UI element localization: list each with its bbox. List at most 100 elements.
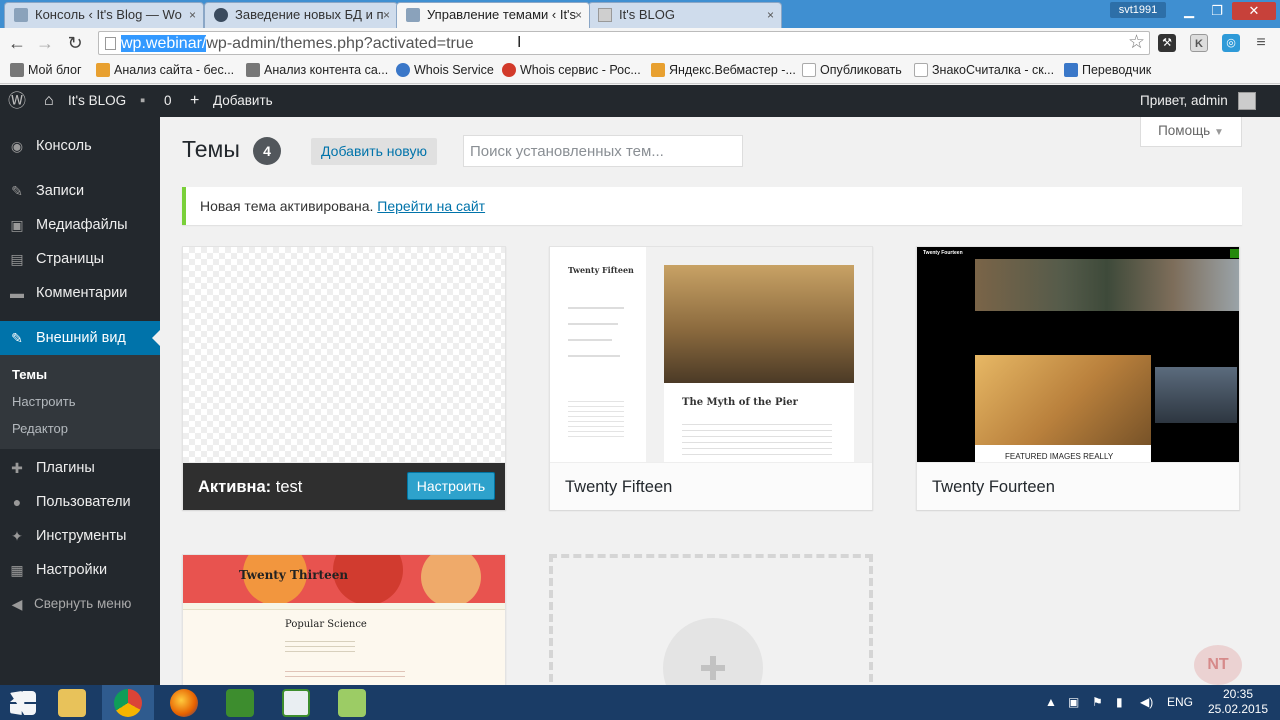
help-tab-button[interactable]: Помощь ▼ [1140, 117, 1242, 147]
taskbar-chrome[interactable] [102, 685, 154, 720]
bookmarks-bar: Мой блог Анализ сайта - бес... Анализ ко… [0, 58, 1280, 84]
tray-volume-icon[interactable]: ◀) [1140, 694, 1153, 710]
tab-close-icon[interactable]: × [383, 3, 390, 27]
bookmark-star-icon[interactable]: ☆ [1128, 32, 1145, 54]
browser-tab-db[interactable]: Заведение новых БД и п × [204, 2, 398, 28]
back-arrow-icon[interactable]: ← [6, 32, 28, 54]
preview-header: Twenty Thirteen [183, 555, 505, 607]
wordpress-logo-icon[interactable]: Ⓦ [8, 85, 26, 117]
sidebar-item-users[interactable]: ● Пользователи [0, 485, 160, 519]
bookmark-item[interactable]: Whois Service [396, 62, 494, 78]
bookmark-item[interactable]: ЗнакоСчиталка - ск... [914, 62, 1054, 78]
bookmark-label: Анализ сайта - бес... [114, 63, 235, 77]
minimize-icon[interactable]: ▁ [1176, 2, 1202, 20]
sidebar-item-label: Свернуть меню [34, 596, 132, 611]
sidebar-item-tools[interactable]: ✦ Инструменты [0, 519, 160, 553]
bookmark-item[interactable]: Анализ сайта - бес... [96, 62, 234, 78]
taskbar-notepad[interactable] [326, 685, 378, 720]
tray-signal-icon[interactable]: ▮ [1116, 694, 1123, 710]
submenu-item-themes[interactable]: Темы [12, 366, 47, 384]
taskbar-camtasia-recorder[interactable] [270, 685, 322, 720]
bookmark-label: Анализ контента са... [264, 63, 389, 77]
preview-pier-image [664, 265, 854, 383]
extension-capture-icon[interactable]: ◎ [1222, 34, 1240, 52]
visit-site-link[interactable]: Перейти на сайт [377, 198, 485, 214]
clock[interactable]: 20:35 25.02.2015 [1198, 687, 1278, 717]
extension-tools-icon[interactable]: ⚒ [1158, 34, 1176, 52]
start-button[interactable] [0, 685, 52, 720]
window-close-icon[interactable]: ✕ [1232, 2, 1276, 20]
customize-button[interactable]: Настроить [407, 472, 495, 500]
chrome-menu-icon[interactable]: ≡ [1252, 34, 1270, 52]
preview-post-title: Popular Science [285, 619, 367, 630]
reload-icon[interactable]: ↻ [64, 32, 86, 54]
sidebar-item-dashboard[interactable]: ◉ Консоль [0, 129, 160, 163]
extension-k-icon[interactable]: K [1190, 34, 1208, 52]
theme-card-active[interactable]: Активна: test Настроить [182, 246, 506, 510]
add-new-theme-button[interactable]: Добавить новую [311, 138, 437, 165]
preview-featured-grid [975, 259, 1239, 311]
submenu-item-customize[interactable]: Настроить [12, 393, 76, 411]
tray-device-icon[interactable]: ▣ [1068, 694, 1079, 710]
search-themes-input[interactable] [463, 135, 743, 167]
sidebar-item-settings[interactable]: ▦ Настройки [0, 553, 160, 587]
sidebar-item-label: Консоль [36, 138, 92, 154]
wrench-icon: ✦ [11, 528, 23, 544]
bookmark-item[interactable]: Яндекс.Вебмастер -... [651, 62, 796, 78]
sidebar-item-comments[interactable]: ▬ Комментарии [0, 276, 160, 310]
translate-icon [1064, 63, 1078, 77]
tab-close-icon[interactable]: × [575, 3, 582, 27]
admin-sidebar: ◉ Консоль ✎ Записи ▣ Медиафайлы ▤ Страницы ▬… [0, 117, 160, 685]
pages-icon: ▤ [10, 251, 24, 267]
bookmark-favicon-icon [96, 63, 110, 77]
sidebar-item-plugins[interactable]: ✚ Плагины [0, 451, 160, 485]
tab-close-icon[interactable]: × [767, 3, 774, 27]
browser-tab-blog[interactable]: It's BLOG × [588, 2, 782, 28]
browser-tab-console[interactable]: Консоль ‹ It's Blog — Wo × [4, 2, 204, 28]
theme-card-twenty-fourteen[interactable]: Twenty Fourteen FEATURED IMAGES REALLY T… [916, 246, 1240, 510]
sidebar-item-appearance[interactable]: ✎ Внешний вид [0, 321, 160, 355]
theme-card-twenty-thirteen[interactable]: Twenty Thirteen Popular Science [182, 554, 506, 694]
bookmark-item[interactable]: Анализ контента са... [246, 62, 388, 78]
forward-arrow-icon[interactable]: → [34, 32, 56, 54]
sidebar-item-posts[interactable]: ✎ Записи [0, 174, 160, 208]
tray-expand-icon[interactable]: ▲ [1045, 694, 1057, 710]
taskbar-explorer[interactable] [46, 685, 98, 720]
site-name-link[interactable]: It's BLOG [68, 85, 126, 117]
address-toolbar: ← → ↻ wp.webinar/wp-admin/themes.php?act… [0, 28, 1280, 58]
tab-title: Консоль ‹ It's Blog — Wo [35, 7, 182, 22]
comment-bubble-icon[interactable]: ▪ [140, 85, 145, 117]
keyboard-language[interactable]: ENG [1167, 694, 1193, 710]
theme-screenshot: Twenty Fourteen FEATURED IMAGES REALLY [917, 247, 1239, 462]
address-bar[interactable]: wp.webinar/wp-admin/themes.php?activated… [98, 31, 1150, 55]
chrome-user-badge[interactable]: svt1991 [1110, 2, 1166, 18]
collapse-menu-button[interactable]: ◀ Свернуть меню [0, 587, 160, 621]
add-new-theme-card[interactable] [549, 554, 873, 718]
bookmark-item[interactable]: Мой блог [10, 62, 82, 78]
taskbar-camtasia[interactable] [214, 685, 266, 720]
tray-flag-icon[interactable]: ⚑ [1092, 694, 1103, 710]
browser-tab-themes[interactable]: Управление темами ‹ It's × [396, 2, 590, 28]
sidebar-item-media[interactable]: ▣ Медиафайлы [0, 208, 160, 242]
maximize-icon[interactable]: ❐ [1204, 2, 1230, 20]
users-icon: ● [12, 494, 22, 510]
sidebar-item-label: Страницы [36, 251, 105, 267]
bookmark-item[interactable]: Whois сервис - Рос... [502, 62, 641, 78]
taskbar-firefox[interactable] [158, 685, 210, 720]
bookmark-item[interactable]: Переводчик [1064, 62, 1151, 78]
tab-favicon-icon [14, 8, 28, 22]
comments-count[interactable]: 0 [164, 85, 172, 117]
page-icon [802, 63, 816, 77]
submenu-item-editor[interactable]: Редактор [12, 420, 68, 438]
tab-close-icon[interactable]: × [189, 3, 196, 27]
avatar[interactable] [1238, 92, 1256, 110]
url-rest: wp-admin/themes.php?activated=true [206, 35, 474, 52]
bookmark-label: Мой блог [28, 63, 82, 77]
bookmark-favicon-icon [246, 63, 260, 77]
bookmark-favicon-icon [651, 63, 665, 77]
account-greeting[interactable]: Привет, admin [1140, 85, 1228, 117]
sidebar-item-pages[interactable]: ▤ Страницы [0, 242, 160, 276]
add-new-link[interactable]: Добавить [213, 85, 273, 117]
bookmark-item[interactable]: Опубликовать [802, 62, 902, 78]
theme-card-twenty-fifteen[interactable]: Twenty Fifteen The Myth of the Pier Twen… [549, 246, 873, 510]
